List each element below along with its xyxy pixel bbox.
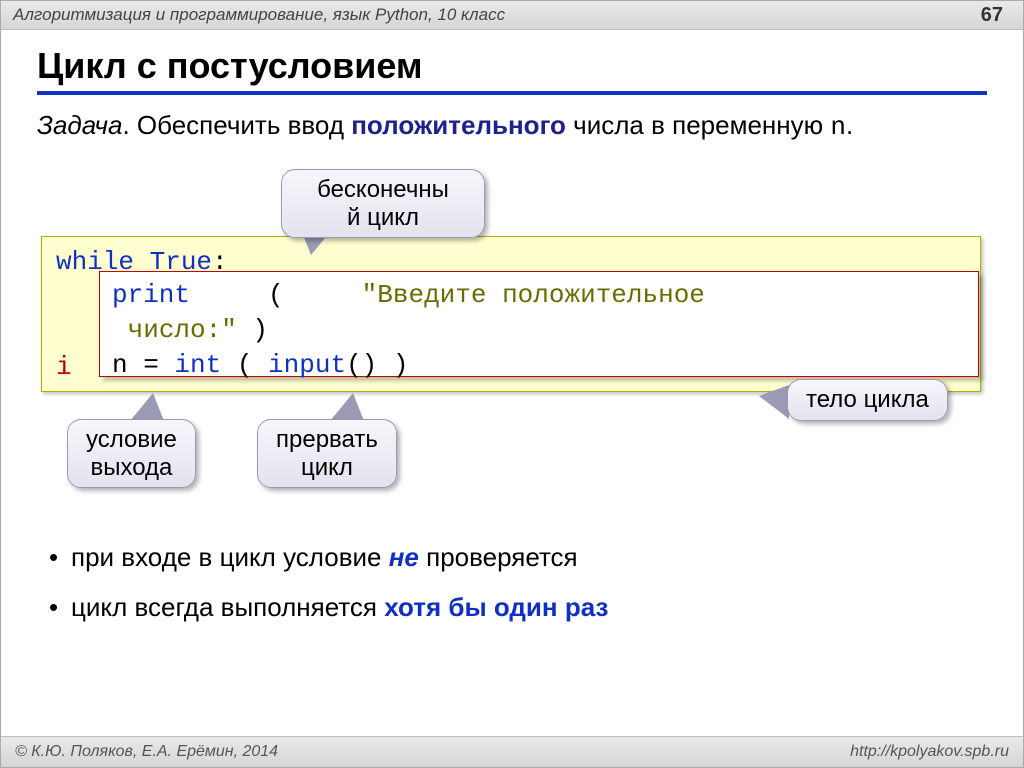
end-call: () ) [346, 350, 408, 380]
mid-paren: ( [221, 350, 268, 380]
footer-left: © К.Ю. Поляков, Е.А. Ерёмин, 2014 [15, 743, 278, 761]
problem-text-2: числа в переменную [566, 110, 830, 140]
problem-statement: Задача. Обеспечить ввод положительного ч… [37, 109, 987, 145]
bullet-2: цикл всегда выполняется хотя бы один раз [49, 587, 983, 627]
assign-n: n = [112, 350, 174, 380]
topbar: Алгоритмизация и программирование, язык … [1, 1, 1023, 30]
bullet-list: при входе в цикл условие не проверяется … [49, 537, 983, 638]
kw-int: int [174, 350, 221, 380]
bullet-1: при входе в цикл условие не проверяется [49, 537, 983, 577]
callout-exit-condition: условие выхода [67, 419, 196, 488]
string-literal-2: число:" [128, 315, 237, 345]
problem-strong: положительного [351, 110, 566, 140]
bullet-2-text-1: цикл всегда выполняется [71, 592, 384, 622]
kw-print: print [112, 280, 190, 310]
inner-line-1: print ( "Введите положительное [112, 278, 966, 313]
problem-var: n [830, 112, 846, 142]
callout-loop-body-tail [761, 386, 789, 418]
code-body-box: print ( "Введите положительное число:" )… [99, 271, 979, 377]
bullet-1-text-2: проверяется [419, 542, 578, 572]
callout-loop-body: тело цикла [787, 379, 948, 421]
callout-break-loop: прервать цикл [257, 419, 397, 488]
callout-infinite-loop: бесконечны й цикл [281, 169, 485, 238]
inner-line-1b: число:" ) [112, 313, 966, 348]
close-paren: ) [237, 315, 268, 345]
breadcrumb: Алгоритмизация и программирование, язык … [13, 5, 505, 25]
footer: © К.Ю. Поляков, Е.А. Ерёмин, 2014 http:/… [1, 736, 1023, 767]
callout-break-loop-tail [331, 395, 363, 421]
task-label: Задача [37, 110, 122, 140]
slide-root: Алгоритмизация и программирование, язык … [0, 0, 1024, 768]
footer-right: http://kpolyakov.spb.ru [850, 743, 1009, 761]
problem-text-1: . Обеспечить ввод [122, 110, 351, 140]
code-i: i [56, 352, 72, 382]
bullet-1-em: не [389, 542, 419, 572]
problem-text-3: . [846, 110, 853, 140]
callout-exit-condition-tail [131, 395, 163, 421]
kw-input: input [268, 350, 346, 380]
slide-title: Цикл с постусловием [37, 45, 987, 95]
bullet-1-text-1: при входе в цикл условие [71, 542, 389, 572]
bullet-2-em: хотя бы один раз [384, 592, 608, 622]
string-literal-1: "Введите положительное [362, 280, 705, 310]
page-number: 67 [981, 4, 1011, 27]
